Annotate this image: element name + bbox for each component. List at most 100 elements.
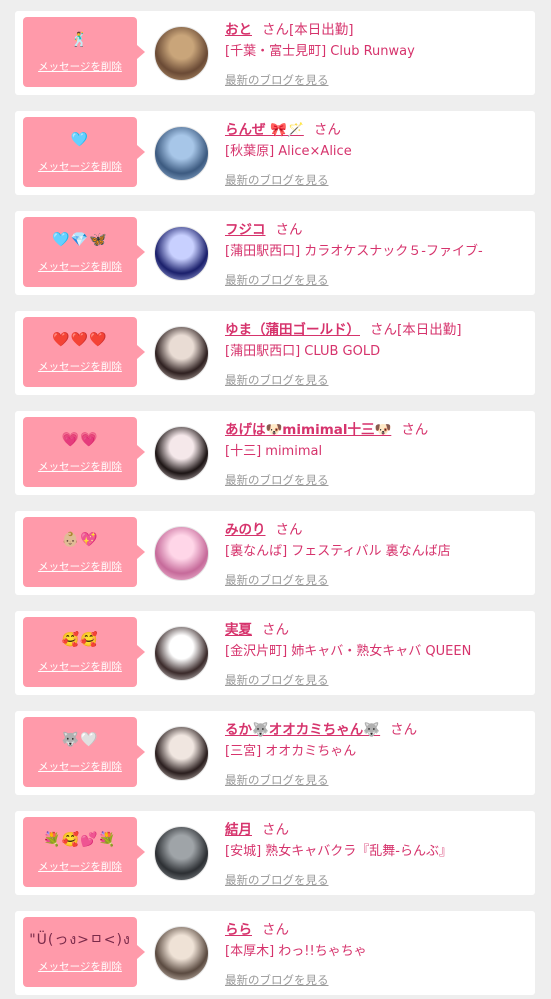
latest-blog-link[interactable]: 最新のブログを見る	[225, 472, 329, 488]
honorific-label: さん	[262, 922, 289, 938]
name-line: みのり さん	[225, 521, 303, 539]
message-card: 🥰🥰 メッセージを削除 実夏 さん [金沢片町] 姉キャバ・熟女キャバ QUEEN 最新の…	[15, 611, 535, 695]
avatar[interactable]	[154, 526, 209, 581]
user-name-link[interactable]: らら	[225, 922, 252, 938]
latest-blog-link[interactable]: 最新のブログを見る	[225, 872, 329, 888]
shop-info: [裏なんば] フェスティバル 裏なんば店	[225, 544, 451, 559]
user-name-link[interactable]: あげは🐶mimimal十三🐶	[225, 422, 391, 438]
honorific-label: さん	[275, 222, 303, 238]
message-emoji: ❤️❤️❤️	[52, 332, 108, 348]
honorific-label: さん	[262, 822, 289, 838]
latest-blog-link[interactable]: 最新のブログを見る	[225, 172, 329, 188]
delete-message-box[interactable]: "Ü(っง>ㅁ<)ง メッセージを削除	[23, 917, 145, 987]
delete-message-link[interactable]: メッセージを削除	[23, 459, 137, 474]
honorific-label: さん	[313, 122, 341, 138]
honorific-label: さん	[401, 422, 429, 438]
message-card: 💗💗 メッセージを削除 あげは🐶mimimal十三🐶 さん [十三] mimimal 最新…	[15, 411, 535, 495]
name-line: らら さん	[225, 921, 289, 939]
message-card: 💐🥰💕💐 メッセージを削除 結月 さん [安城] 熟女キャバクラ『乱舞-らんぶ』 最新のブ…	[15, 811, 535, 895]
latest-blog-link[interactable]: 最新のブログを見る	[225, 572, 329, 588]
delete-message-link[interactable]: メッセージを削除	[23, 659, 137, 674]
delete-message-link[interactable]: メッセージを削除	[23, 59, 137, 74]
name-line: らんぜ 🎀🪄 さん	[225, 121, 341, 139]
message-emoji: 🕺	[70, 32, 90, 48]
name-line: 実夏 さん	[225, 621, 289, 639]
delete-message-box[interactable]: 🐺🤍 メッセージを削除	[23, 717, 145, 787]
avatar[interactable]	[154, 926, 209, 981]
delete-message-box[interactable]: 🩵💎🦋 メッセージを削除	[23, 217, 145, 287]
message-card: "Ü(っง>ㅁ<)ง メッセージを削除 らら さん [本厚木] わっ!!ちゃちゃ 最新のブ…	[15, 911, 535, 995]
message-card: 🐺🤍 メッセージを削除 るか🐺オオカミちゃん🐺 さん [三宮] オオカミちゃん 最新のブロ…	[15, 711, 535, 795]
delete-message-box[interactable]: 🩵 メッセージを削除	[23, 117, 145, 187]
delete-message-link[interactable]: メッセージを削除	[23, 259, 137, 274]
shop-info: [本厚木] わっ!!ちゃちゃ	[225, 944, 367, 959]
shop-info: [千葉・富士見町] Club Runway	[225, 44, 415, 59]
message-emoji: 🐺🤍	[61, 732, 99, 748]
latest-blog-link[interactable]: 最新のブログを見る	[225, 272, 329, 288]
message-emoji: 🩵	[70, 132, 90, 148]
avatar[interactable]	[154, 626, 209, 681]
user-name-link[interactable]: らんぜ 🎀🪄	[225, 122, 304, 138]
avatar[interactable]	[154, 826, 209, 881]
shop-info: [三宮] オオカミちゃん	[225, 744, 357, 759]
user-name-link[interactable]: 実夏	[225, 622, 252, 638]
delete-message-link[interactable]: メッセージを削除	[23, 759, 137, 774]
shop-info: [蒲田駅西口] CLUB GOLD	[225, 344, 381, 359]
shop-info: [安城] 熟女キャバクラ『乱舞-らんぶ』	[225, 844, 452, 859]
message-emoji: 👶🏼💖	[61, 532, 99, 548]
delete-message-link[interactable]: メッセージを削除	[23, 359, 137, 374]
user-name-link[interactable]: るか🐺オオカミちゃん🐺	[225, 722, 380, 738]
delete-message-box[interactable]: 🥰🥰 メッセージを削除	[23, 617, 145, 687]
honorific-label: さん	[275, 522, 303, 538]
honorific-label: さん	[390, 722, 418, 738]
delete-message-box[interactable]: 💐🥰💕💐 メッセージを削除	[23, 817, 145, 887]
name-line: あげは🐶mimimal十三🐶 さん	[225, 421, 428, 439]
shop-info: [金沢片町] 姉キャバ・熟女キャバ QUEEN	[225, 644, 472, 659]
message-card: 🩵💎🦋 メッセージを削除 フジコ さん [蒲田駅西口] カラオケスナック５-ファイブ- 最…	[15, 211, 535, 295]
latest-blog-link[interactable]: 最新のブログを見る	[225, 72, 329, 88]
latest-blog-link[interactable]: 最新のブログを見る	[225, 772, 329, 788]
user-name-link[interactable]: 結月	[225, 822, 252, 838]
avatar[interactable]	[154, 726, 209, 781]
user-name-link[interactable]: みのり	[225, 522, 266, 538]
message-emoji: 🩵💎🦋	[52, 232, 108, 248]
message-card: 👶🏼💖 メッセージを削除 みのり さん [裏なんば] フェスティバル 裏なんば店 最新のブ…	[15, 511, 535, 595]
delete-message-link[interactable]: メッセージを削除	[23, 559, 137, 574]
name-line: ゆま（蒲田ゴールド） さん[本日出勤]	[225, 321, 462, 339]
name-line: おと さん[本日出勤]	[225, 21, 354, 39]
message-emoji: "Ü(っง>ㅁ<)ง	[29, 932, 131, 948]
message-emoji: 🥰🥰	[61, 632, 99, 648]
name-line: フジコ さん	[225, 221, 303, 239]
name-line: るか🐺オオカミちゃん🐺 さん	[225, 721, 417, 739]
avatar[interactable]	[154, 426, 209, 481]
delete-message-box[interactable]: 👶🏼💖 メッセージを削除	[23, 517, 145, 587]
latest-blog-link[interactable]: 最新のブログを見る	[225, 672, 329, 688]
shop-info: [十三] mimimal	[225, 444, 323, 459]
delete-message-link[interactable]: メッセージを削除	[23, 159, 137, 174]
honorific-label: さん	[262, 22, 289, 38]
delete-message-link[interactable]: メッセージを削除	[23, 859, 137, 874]
shop-info: [秋葉原] Alice×Alice	[225, 144, 352, 159]
honorific-label: さん	[370, 322, 397, 338]
avatar[interactable]	[154, 26, 209, 81]
message-emoji: 💐🥰💕💐	[43, 832, 117, 848]
user-name-link[interactable]: おと	[225, 22, 252, 38]
shop-info: [蒲田駅西口] カラオケスナック５-ファイブ-	[225, 244, 483, 259]
message-emoji: 💗💗	[61, 432, 99, 448]
status-badge: [本日出勤]	[289, 22, 354, 38]
delete-message-link[interactable]: メッセージを削除	[23, 959, 137, 974]
message-card: 🩵 メッセージを削除 らんぜ 🎀🪄 さん [秋葉原] Alice×Alice 最新のブログ…	[15, 111, 535, 195]
delete-message-box[interactable]: 💗💗 メッセージを削除	[23, 417, 145, 487]
latest-blog-link[interactable]: 最新のブログを見る	[225, 372, 329, 388]
user-name-link[interactable]: ゆま（蒲田ゴールド）	[225, 322, 360, 338]
message-card: ❤️❤️❤️ メッセージを削除 ゆま（蒲田ゴールド） さん[本日出勤] [蒲田駅西口] …	[15, 311, 535, 395]
delete-message-box[interactable]: 🕺 メッセージを削除	[23, 17, 145, 87]
avatar[interactable]	[154, 326, 209, 381]
user-name-link[interactable]: フジコ	[225, 222, 266, 238]
delete-message-box[interactable]: ❤️❤️❤️ メッセージを削除	[23, 317, 145, 387]
avatar[interactable]	[154, 226, 209, 281]
avatar[interactable]	[154, 126, 209, 181]
name-line: 結月 さん	[225, 821, 289, 839]
latest-blog-link[interactable]: 最新のブログを見る	[225, 972, 329, 988]
status-badge: [本日出勤]	[397, 322, 462, 338]
